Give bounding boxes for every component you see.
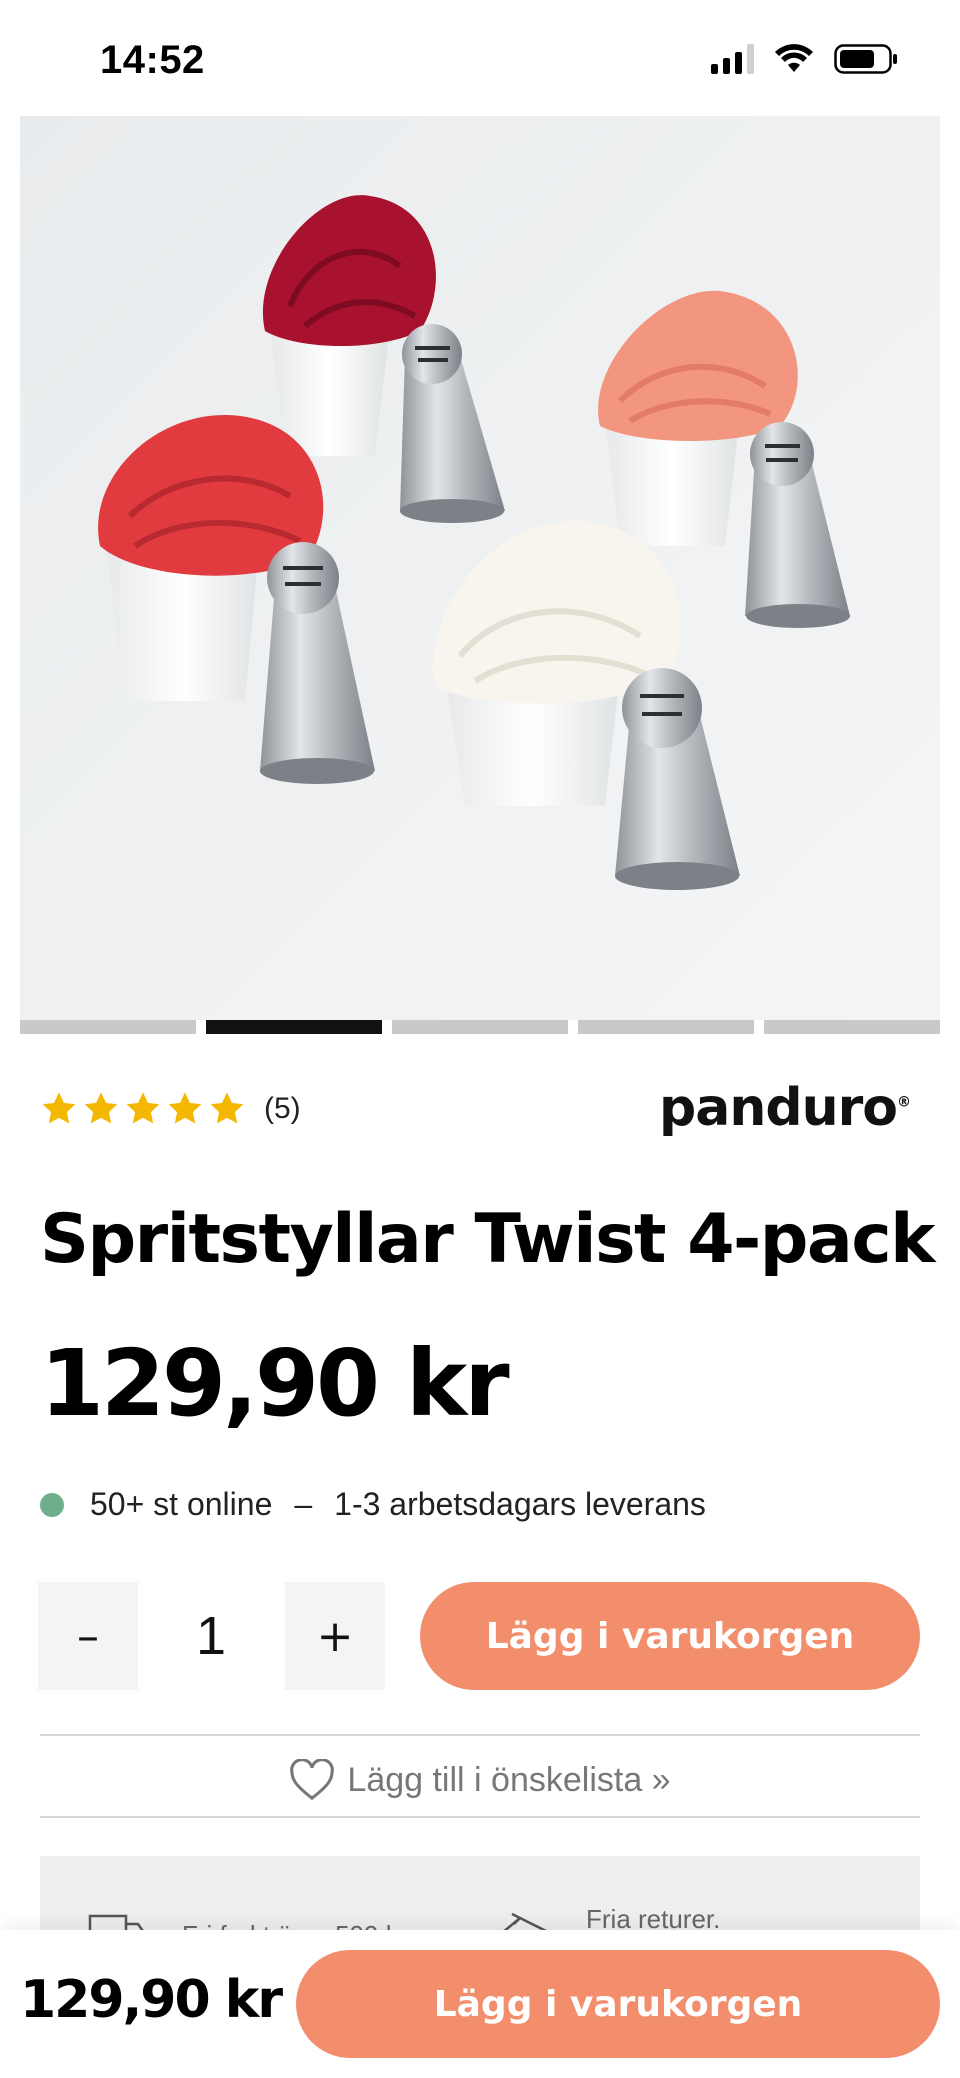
gallery-dot[interactable] xyxy=(764,1020,940,1034)
stock-indicator-icon xyxy=(40,1492,64,1517)
stock-separator: – xyxy=(294,1486,313,1522)
delivery-label: 1-3 arbetsdagars leverans xyxy=(334,1486,706,1522)
star-icon xyxy=(84,1092,118,1124)
product-photo xyxy=(20,116,940,1020)
quantity-decrease-button[interactable]: – xyxy=(38,1582,138,1690)
add-to-wishlist-link[interactable]: Lägg till i önskelista » xyxy=(0,1740,960,1820)
battery-icon xyxy=(834,44,897,74)
gallery-pagination xyxy=(20,1020,940,1036)
heart-icon xyxy=(290,1759,335,1801)
sticky-cart-bar: 129,90 kr Lägg i varukorgen xyxy=(0,1930,960,2078)
stock-label: 50+ st online xyxy=(90,1486,273,1522)
cellular-signal-icon xyxy=(711,44,754,74)
wishlist-label: Lägg till i önskelista » xyxy=(347,1760,671,1799)
sticky-price: 129,90 kr xyxy=(20,1970,283,2030)
review-count[interactable]: (5) xyxy=(264,1092,301,1126)
sticky-add-to-cart-button[interactable]: Lägg i varukorgen xyxy=(296,1950,940,2058)
registered-mark: ® xyxy=(897,1094,911,1111)
divider xyxy=(40,1734,920,1736)
product-price: 129,90 kr xyxy=(40,1330,510,1437)
star-icon xyxy=(126,1092,160,1124)
status-time: 14:52 xyxy=(100,38,205,82)
quantity-value[interactable]: 1 xyxy=(150,1582,272,1690)
brand-logo[interactable]: panduro® xyxy=(659,1078,911,1138)
status-bar: 14:52 xyxy=(0,0,960,116)
product-rating[interactable]: (5) xyxy=(40,1090,301,1128)
status-icons xyxy=(711,44,898,74)
brand-name: panduro xyxy=(659,1078,898,1138)
gallery-dot[interactable] xyxy=(578,1020,754,1034)
gallery-dot-active[interactable] xyxy=(206,1020,382,1034)
add-to-cart-button[interactable]: Lägg i varukorgen xyxy=(420,1582,920,1690)
gallery-dot[interactable] xyxy=(20,1020,196,1034)
star-icon xyxy=(42,1092,76,1124)
gallery-dot[interactable] xyxy=(392,1020,568,1034)
wifi-icon xyxy=(775,44,813,72)
star-icon xyxy=(210,1092,244,1124)
divider xyxy=(40,1816,920,1818)
product-image[interactable] xyxy=(20,116,940,1020)
quantity-increase-button[interactable]: + xyxy=(285,1582,385,1690)
stock-status: 50+ st online – 1-3 arbetsdagars leveran… xyxy=(40,1486,706,1523)
product-title: Spritstyllar Twist 4-pack xyxy=(40,1200,935,1279)
star-icon xyxy=(168,1092,202,1124)
